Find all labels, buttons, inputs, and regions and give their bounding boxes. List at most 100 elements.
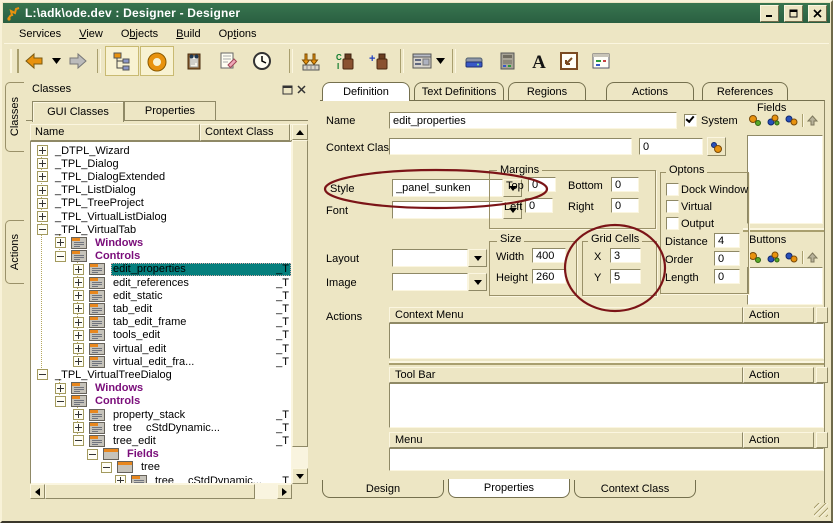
tree-row[interactable]: Windows xyxy=(31,382,291,395)
tree-item-label[interactable]: _TPL_DialogExtended xyxy=(53,171,167,183)
ball-blue-green-icon[interactable] xyxy=(766,251,780,263)
tree-item-label[interactable]: _TPL_ListDialog xyxy=(53,184,138,196)
expand-icon[interactable] xyxy=(73,290,84,301)
tool-bar-action-header[interactable]: Action xyxy=(743,367,814,383)
minimize-button[interactable] xyxy=(760,5,779,22)
expand-icon[interactable] xyxy=(115,475,126,484)
tab-gui-classes[interactable]: GUI Classes xyxy=(32,101,124,122)
close-button[interactable] xyxy=(808,5,827,22)
dock-window-checkbox[interactable] xyxy=(666,183,679,196)
tree-item-label[interactable]: Windows xyxy=(93,237,145,249)
name-input[interactable] xyxy=(389,112,677,129)
tree-item-label[interactable]: property_stack xyxy=(111,409,187,421)
tree-item-label[interactable]: edit_properties xyxy=(111,263,188,275)
height-input[interactable] xyxy=(532,269,566,284)
context-class-input[interactable] xyxy=(389,138,632,155)
collapse-icon[interactable] xyxy=(55,251,66,262)
tree-horizontal-scrollbar[interactable] xyxy=(30,484,292,499)
tree-row[interactable]: tools_edit_T xyxy=(31,329,291,342)
output-checkbox[interactable] xyxy=(666,217,679,230)
tree-row[interactable]: tree xyxy=(31,461,291,474)
tree-row[interactable]: tab_edit_T xyxy=(31,302,291,315)
tree-row[interactable]: _TPL_DialogExtended xyxy=(31,170,291,183)
float-window-icon[interactable] xyxy=(282,85,293,98)
menu-objects[interactable]: Objects xyxy=(112,27,167,41)
tree-row[interactable]: virtual_edit_fra..._T xyxy=(31,355,291,368)
expand-icon[interactable] xyxy=(37,211,48,222)
margin-right-input[interactable] xyxy=(611,198,639,213)
tool-bar-table-body[interactable] xyxy=(389,383,824,428)
tab-definition[interactable]: Definition xyxy=(322,82,410,101)
image-dropdown-button[interactable] xyxy=(468,273,487,291)
context-class-count-input[interactable] xyxy=(639,138,703,155)
image-tool-button[interactable] xyxy=(555,48,583,74)
close-panel-icon[interactable] xyxy=(297,85,307,98)
menu-view[interactable]: View xyxy=(70,27,112,41)
maximize-button[interactable] xyxy=(784,5,803,22)
expand-icon[interactable] xyxy=(55,237,66,248)
new-class-button[interactable]: C I xyxy=(331,48,359,74)
length-input[interactable] xyxy=(714,269,740,284)
horizontal-scroll-thumb[interactable] xyxy=(45,484,255,499)
tree-row[interactable]: virtual_edit_T xyxy=(31,342,291,355)
tree-row[interactable]: _TPL_TreeProject xyxy=(31,197,291,210)
donut-view-toggle[interactable] xyxy=(140,46,174,76)
class-tree-toggle[interactable] xyxy=(105,46,139,76)
vertical-scroll-thumb[interactable] xyxy=(292,140,308,447)
machine-button[interactable] xyxy=(493,48,521,74)
tree-item-label[interactable]: Windows xyxy=(93,382,145,394)
expand-icon[interactable] xyxy=(37,198,48,209)
tab-text-definitions[interactable]: Text Definitions xyxy=(414,82,504,100)
tree-row[interactable]: edit_static_T xyxy=(31,289,291,302)
history-button[interactable] xyxy=(248,48,276,74)
tree-item-label[interactable]: virtual_edit_fra... xyxy=(111,356,196,368)
collapse-icon[interactable] xyxy=(87,449,98,460)
tree-item-label[interactable]: tab_edit_frame xyxy=(111,316,188,328)
back-button[interactable] xyxy=(20,48,48,74)
layout-combobox[interactable] xyxy=(392,249,487,267)
expand-icon[interactable] xyxy=(73,317,84,328)
library-button[interactable] xyxy=(180,48,208,74)
tree-item-label[interactable]: Controls xyxy=(93,250,142,262)
fields-listbox[interactable] xyxy=(747,135,823,224)
tree-row[interactable]: edit_references_T xyxy=(31,276,291,289)
expand-icon[interactable] xyxy=(73,343,84,354)
margin-left-input[interactable] xyxy=(525,198,553,213)
system-checkbox[interactable] xyxy=(684,114,697,127)
buttons-listbox[interactable] xyxy=(747,267,823,305)
tree-item-label[interactable]: tab_edit xyxy=(111,303,154,315)
image-combobox[interactable] xyxy=(392,273,487,291)
collapse-icon[interactable] xyxy=(37,369,48,380)
tree-row[interactable]: treecStdDynamic..._T xyxy=(31,474,291,484)
layout-value[interactable] xyxy=(392,249,468,267)
tree-item-label[interactable]: _TPL_VirtualListDialog xyxy=(53,211,169,223)
tree-row[interactable]: _TPL_ListDialog xyxy=(31,184,291,197)
collapse-icon[interactable] xyxy=(37,224,48,235)
margin-bottom-input[interactable] xyxy=(611,177,639,192)
tree-row[interactable]: _DTPL_Wizard xyxy=(31,144,291,157)
expand-icon[interactable] xyxy=(37,158,48,169)
forward-button[interactable] xyxy=(64,48,92,74)
ball-orange-green-icon[interactable] xyxy=(748,251,762,263)
scroll-right-button[interactable] xyxy=(277,484,292,499)
tree-item-label[interactable]: edit_static xyxy=(111,290,165,302)
tree-row[interactable]: tab_edit_frame_T xyxy=(31,316,291,329)
tree-row[interactable]: _TPL_Dialog xyxy=(31,157,291,170)
save-button[interactable] xyxy=(460,48,488,74)
tree-row[interactable]: _TPL_VirtualTreeDialog xyxy=(31,368,291,381)
expand-icon[interactable] xyxy=(37,171,48,182)
up-arrow-icon[interactable] xyxy=(807,252,818,263)
menu-table-header[interactable]: Menu xyxy=(389,432,743,448)
expand-icon[interactable] xyxy=(73,277,84,288)
tool-bar-table-header[interactable]: Tool Bar xyxy=(389,367,743,383)
tree-row[interactable]: Fields xyxy=(31,448,291,461)
tree-item-label[interactable]: tree xyxy=(139,461,162,473)
style-value[interactable] xyxy=(392,179,503,197)
font-value[interactable] xyxy=(392,201,503,219)
tree-row[interactable]: Controls xyxy=(31,250,291,263)
import-button[interactable] xyxy=(297,48,325,74)
scroll-down-button[interactable] xyxy=(292,468,308,484)
column-header-context-class[interactable]: Context Class xyxy=(200,124,290,141)
tree-item-label[interactable]: _DTPL_Wizard xyxy=(53,145,132,157)
dock-tab-classes[interactable]: Classes xyxy=(5,82,24,152)
